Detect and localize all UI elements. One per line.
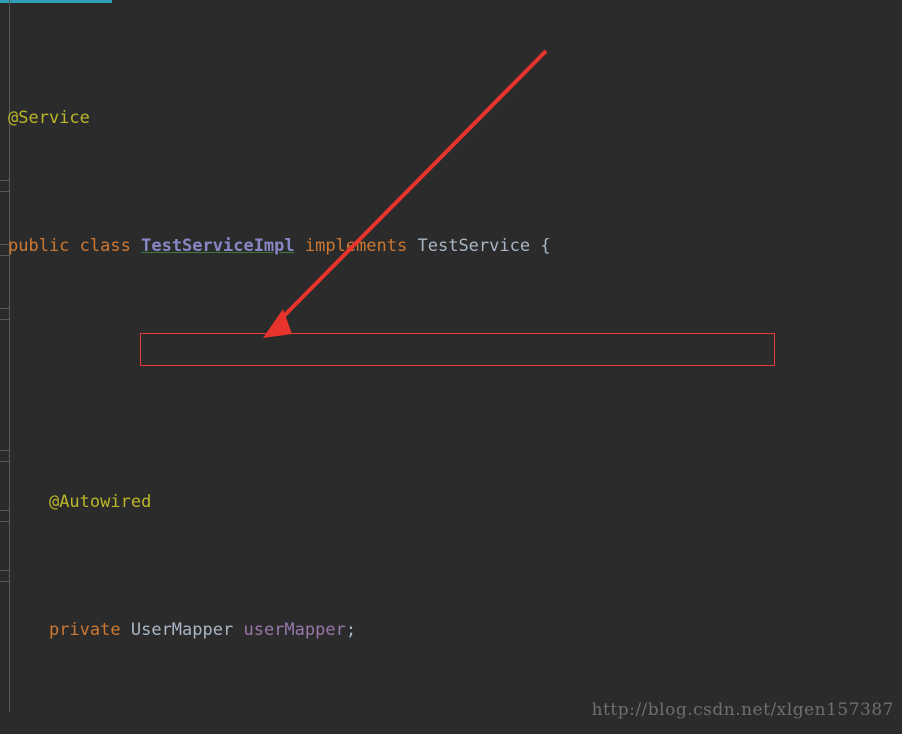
interface-name-testservice: TestService: [417, 236, 531, 256]
keyword-class: class: [79, 236, 131, 256]
field-usermapper: userMapper: [243, 620, 346, 640]
annotation-autowired: @Autowired: [48, 492, 152, 512]
type-usermapper: UserMapper: [130, 620, 234, 640]
watermark-url: http://blog.csdn.net/xlgen157387: [591, 700, 894, 720]
keyword-implements: implements: [304, 236, 408, 256]
brace-open-class: {: [540, 236, 551, 256]
keyword-private: private: [48, 620, 121, 640]
semicolon-field: ;: [345, 620, 357, 640]
code-line-5: private UserMapper userMapper;: [0, 614, 902, 646]
keyword-public: public: [8, 236, 70, 256]
class-name-testserviceimpl: TestServiceImpl: [141, 236, 295, 256]
editor-tab-accent-bar: [0, 0, 112, 3]
code-line-4: @Autowired: [0, 486, 902, 518]
code-line-2: public class TestServiceImpl implements …: [0, 230, 902, 262]
code-editor-screenshot: @Service public class TestServiceImpl im…: [0, 0, 902, 734]
annotation-service: @Service: [8, 108, 90, 128]
code-text-area[interactable]: @Service public class TestServiceImpl im…: [0, 6, 902, 734]
code-line-1: @Service: [0, 102, 902, 134]
code-line-3-blank: [0, 358, 902, 390]
